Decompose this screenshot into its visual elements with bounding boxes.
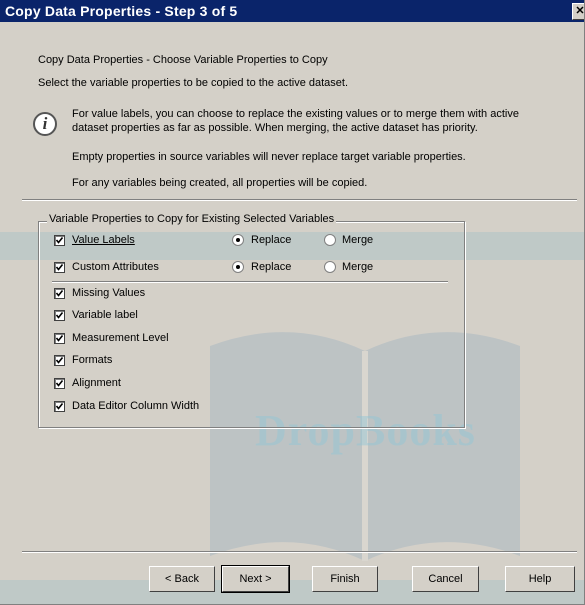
help-button[interactable]: Help <box>505 566 575 592</box>
value-labels-replace-radio[interactable] <box>232 234 244 246</box>
value-labels-text: Value Labels <box>72 234 135 246</box>
check-icon <box>55 335 64 342</box>
group-legend: Variable Properties to Copy for Existing… <box>47 213 337 225</box>
column-width-label[interactable]: Data Editor Column Width <box>72 400 199 412</box>
check-icon <box>55 237 64 244</box>
custom-attributes-replace-label[interactable]: Replace <box>251 261 291 273</box>
back-button[interactable]: < Back <box>149 566 215 592</box>
finish-button[interactable]: Finish <box>312 566 378 592</box>
custom-attributes-merge-label[interactable]: Merge <box>342 261 373 273</box>
step-heading: Copy Data Properties - Choose Variable P… <box>38 54 328 66</box>
check-icon <box>55 290 64 297</box>
formats-checkbox[interactable] <box>54 355 65 366</box>
value-labels-label[interactable]: Value Labels <box>72 234 135 246</box>
variable-label-label[interactable]: Variable label <box>72 309 138 321</box>
info-line-3: Empty properties in source variables wil… <box>72 151 466 163</box>
check-icon <box>55 357 64 364</box>
info-line-2: dataset properties as far as possible. W… <box>72 122 478 134</box>
info-line-1: For value labels, you can choose to repl… <box>72 108 519 120</box>
check-icon <box>55 312 64 319</box>
alignment-checkbox[interactable] <box>54 378 65 389</box>
custom-attributes-merge-radio[interactable] <box>324 261 336 273</box>
dialog-window: DropBooks Copy Data Properties - Step 3 … <box>0 0 585 605</box>
check-icon <box>55 264 64 271</box>
custom-attributes-label[interactable]: Custom Attributes <box>72 261 159 273</box>
info-line-4: For any variables being created, all pro… <box>72 177 368 189</box>
custom-attributes-replace-radio[interactable] <box>232 261 244 273</box>
header-divider <box>22 199 577 201</box>
footer-divider <box>22 551 577 553</box>
value-labels-merge-radio[interactable] <box>324 234 336 246</box>
custom-attributes-checkbox[interactable] <box>54 262 65 273</box>
title-bar[interactable]: Copy Data Properties - Step 3 of 5 ✕ <box>0 0 585 22</box>
formats-label[interactable]: Formats <box>72 354 112 366</box>
variable-label-checkbox[interactable] <box>54 310 65 321</box>
next-button[interactable]: Next > <box>221 565 290 593</box>
measurement-level-label[interactable]: Measurement Level <box>72 332 169 344</box>
value-labels-merge-label[interactable]: Merge <box>342 234 373 246</box>
watermark-band <box>0 580 584 604</box>
cancel-button[interactable]: Cancel <box>412 566 479 592</box>
radio-selected-dot <box>236 238 240 242</box>
step-instructions: Select the variable properties to be cop… <box>38 77 349 89</box>
group-divider <box>52 281 448 283</box>
info-icon: i <box>33 112 57 136</box>
close-icon: ✕ <box>575 5 585 17</box>
check-icon <box>55 380 64 387</box>
variable-properties-group <box>38 221 465 428</box>
missing-values-checkbox[interactable] <box>54 288 65 299</box>
radio-selected-dot <box>236 265 240 269</box>
missing-values-label[interactable]: Missing Values <box>72 287 145 299</box>
close-button[interactable]: ✕ <box>572 3 585 20</box>
value-labels-checkbox[interactable] <box>54 235 65 246</box>
alignment-label[interactable]: Alignment <box>72 377 121 389</box>
check-icon <box>55 403 64 410</box>
window-title: Copy Data Properties - Step 3 of 5 <box>5 3 238 19</box>
measurement-level-checkbox[interactable] <box>54 333 65 344</box>
column-width-checkbox[interactable] <box>54 401 65 412</box>
value-labels-replace-label[interactable]: Replace <box>251 234 291 246</box>
